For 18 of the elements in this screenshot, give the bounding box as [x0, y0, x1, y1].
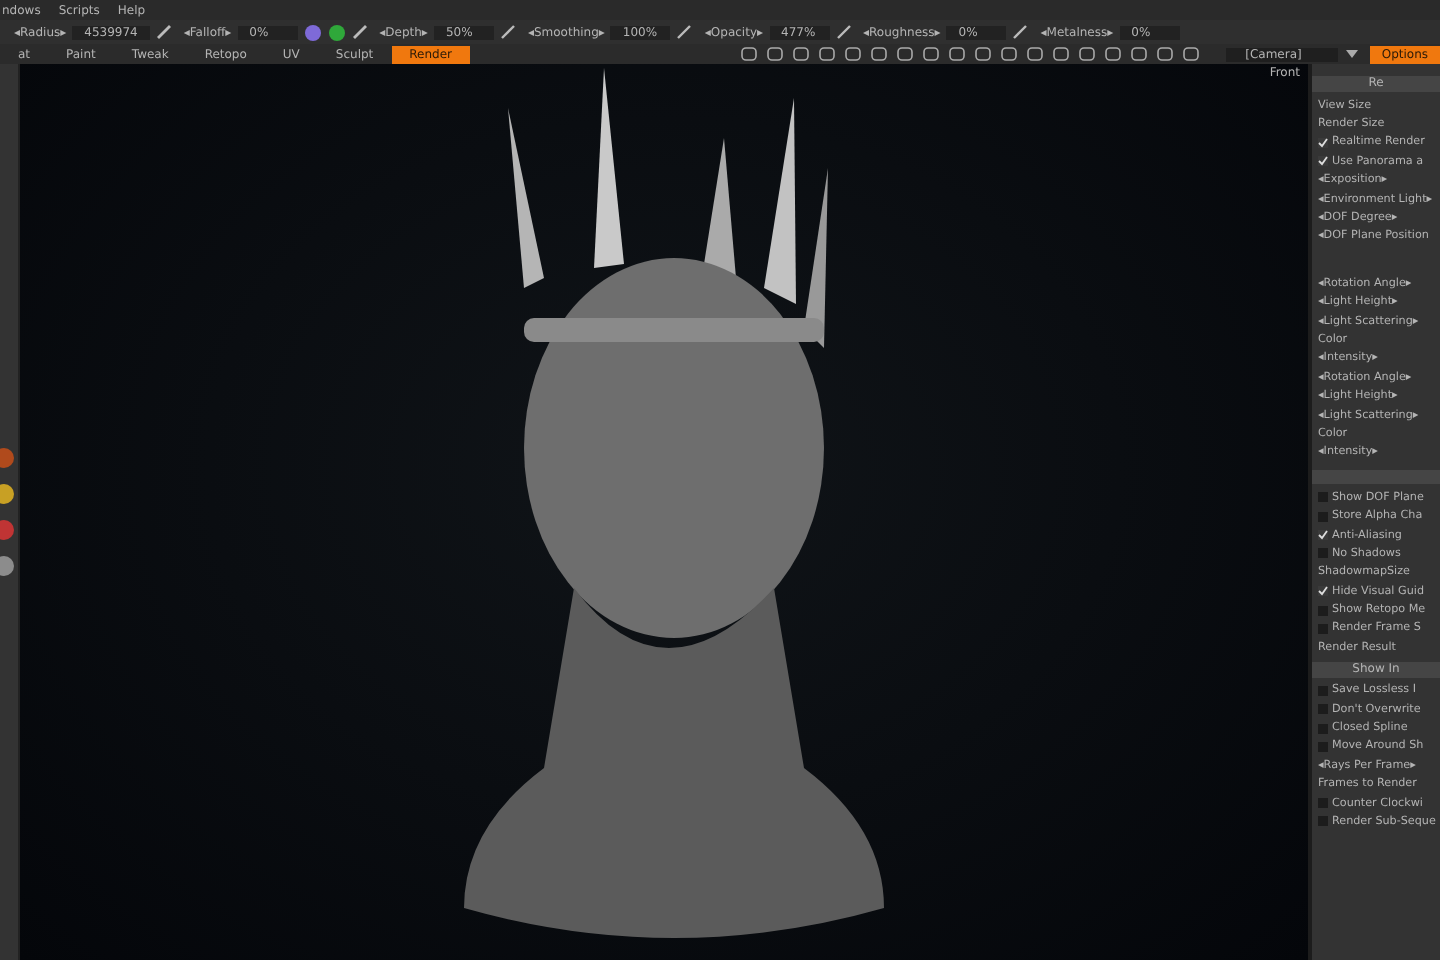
pen-icon[interactable]: [1012, 24, 1029, 40]
section-bar: [1312, 470, 1440, 485]
checkmark-icon: [1318, 586, 1328, 597]
tool-icon[interactable]: [0, 444, 16, 472]
checkbox[interactable]: [1318, 530, 1328, 540]
brush-icon[interactable]: [351, 24, 368, 40]
caret-icon[interactable]: [1345, 48, 1358, 60]
tool-icon[interactable]: [0, 516, 16, 544]
checkbox[interactable]: [1318, 586, 1328, 597]
tool-icon[interactable]: [0, 480, 16, 508]
brush-icon[interactable]: [155, 24, 172, 40]
checkmark-icon: [1318, 530, 1328, 540]
tool-icon[interactable]: [0, 552, 16, 580]
checkbox[interactable]: [1318, 156, 1328, 167]
checkbox[interactable]: [1318, 137, 1328, 148]
pen-icon[interactable]: [676, 24, 693, 40]
pen-icon[interactable]: [835, 24, 852, 40]
pen-icon[interactable]: [499, 24, 516, 40]
